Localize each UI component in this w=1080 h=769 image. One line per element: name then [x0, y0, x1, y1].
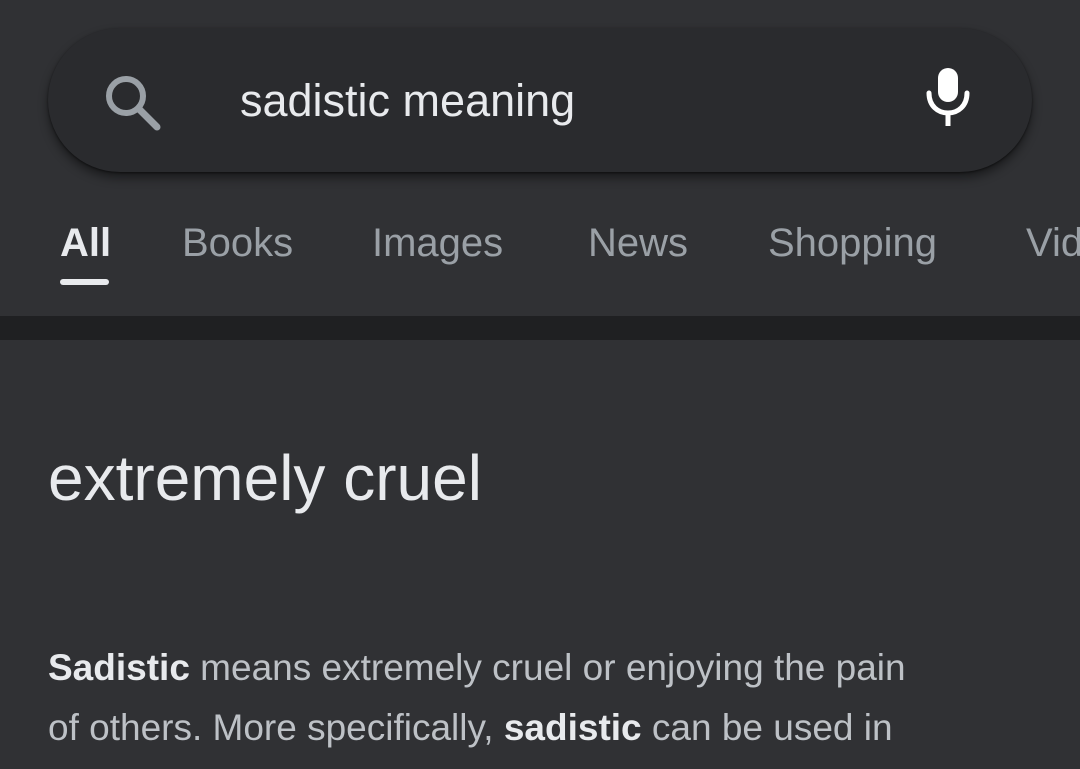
search-results-page: sadistic meaning All Books Images News S…: [0, 0, 1080, 769]
search-icon[interactable]: [100, 70, 164, 134]
definition-term: sadistic: [503, 707, 642, 748]
featured-snippet: extremely cruel Sadistic means extremely…: [0, 340, 1080, 769]
tab-news[interactable]: News: [588, 218, 688, 268]
tab-images[interactable]: Images: [372, 218, 503, 268]
tab-books[interactable]: Books: [182, 218, 293, 268]
definition-text: Sadistic means extremely cruel or enjoyi…: [48, 638, 1038, 758]
definition-text-part: means extremely cruel or enjoying the pa…: [189, 647, 906, 688]
definition-text-part: can be used in: [641, 707, 893, 748]
mic-icon[interactable]: [922, 66, 974, 130]
header-divider: [0, 316, 1080, 340]
search-input[interactable]: sadistic meaning: [240, 70, 575, 132]
tab-videos[interactable]: Vid: [1026, 218, 1080, 268]
tab-shopping[interactable]: Shopping: [768, 218, 937, 268]
tab-all[interactable]: All: [60, 218, 111, 268]
short-answer: extremely cruel: [48, 442, 482, 514]
definition-line-1: Sadistic means extremely cruel or enjoyi…: [48, 638, 1038, 698]
definition-text-part: of others. More specifically,: [48, 707, 504, 748]
active-tab-indicator: [60, 279, 109, 285]
definition-line-2: of others. More specifically, sadistic c…: [48, 698, 1038, 758]
search-header: sadistic meaning All Books Images News S…: [0, 0, 1080, 316]
search-tabs: All Books Images News Shopping Vid: [0, 200, 1080, 300]
definition-term: Sadistic: [48, 647, 190, 688]
